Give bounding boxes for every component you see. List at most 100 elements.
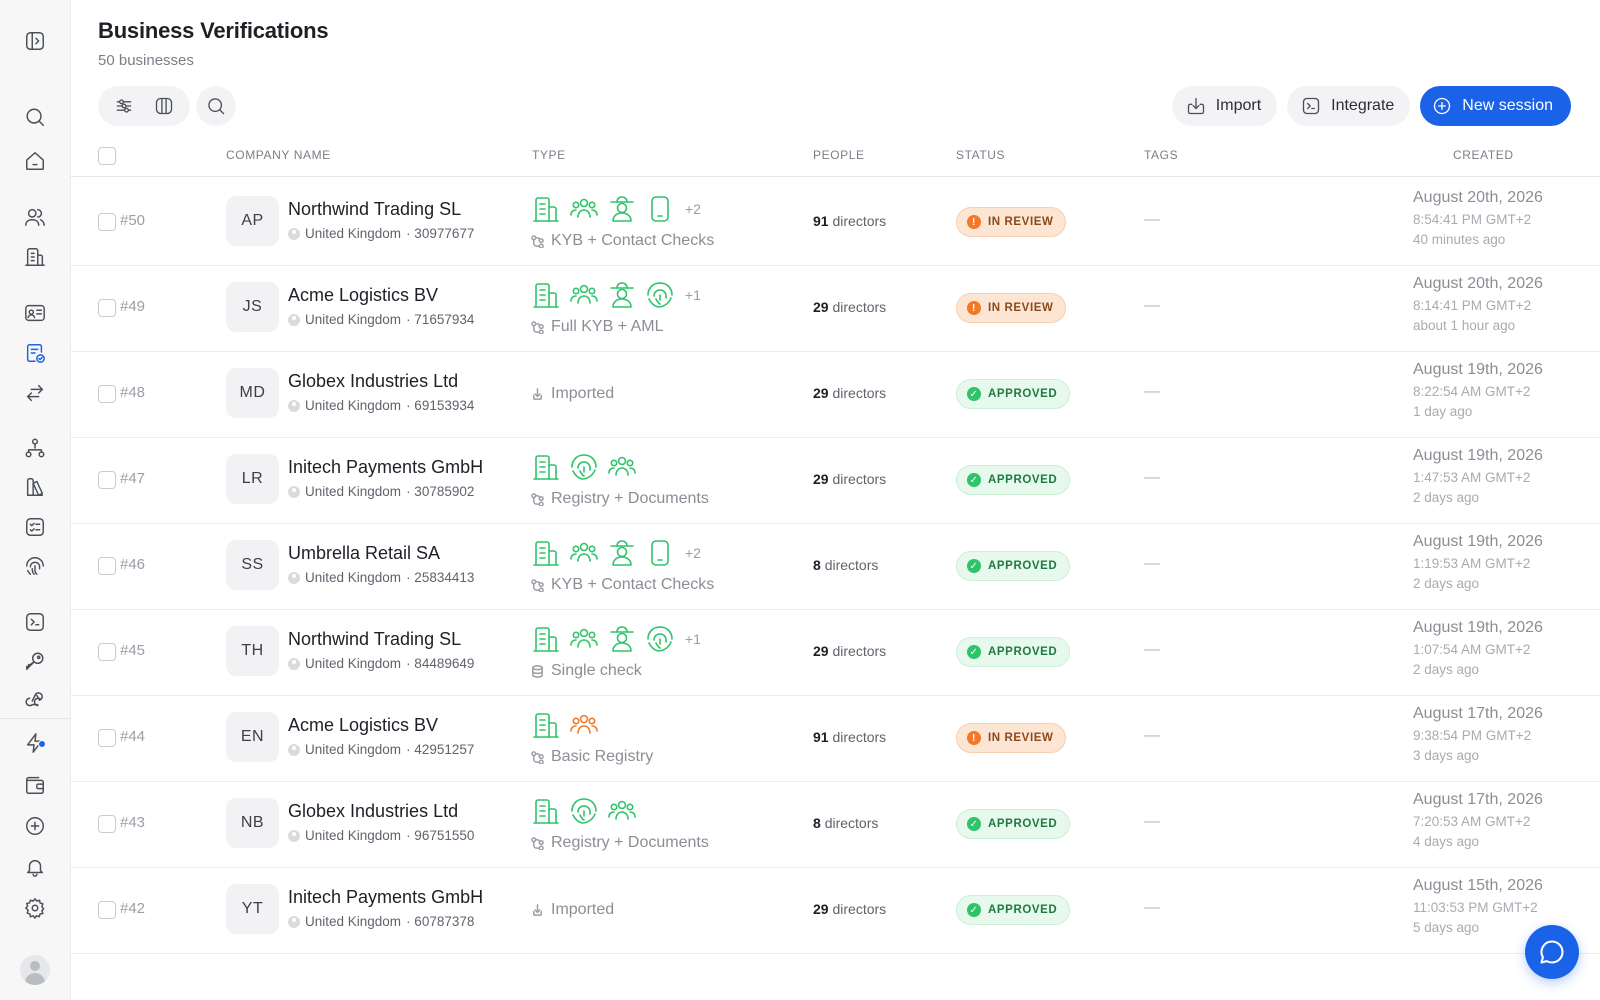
- tags-empty: —: [1144, 297, 1160, 314]
- alert-icon: !: [967, 301, 981, 315]
- status-badge: ✓ APPROVED: [956, 809, 1071, 839]
- row-checkbox[interactable]: [98, 385, 116, 403]
- table-row[interactable]: #50 AP Northwind Trading SL United Kingdom ·…: [71, 178, 1600, 266]
- tags-empty: —: [1144, 211, 1160, 228]
- created-date: August 17th, 2026: [1413, 791, 1543, 808]
- chat-support-button[interactable]: [1525, 925, 1579, 979]
- row-checkbox[interactable]: [98, 213, 116, 231]
- people-count: 91 directors: [813, 213, 886, 229]
- row-checkbox[interactable]: [98, 299, 116, 317]
- created-relative: 4 days ago: [1413, 834, 1480, 849]
- verification-type-label: Imported: [551, 901, 615, 918]
- page-title: Business Verifications: [98, 18, 329, 43]
- verification-icon[interactable]: [22, 340, 48, 366]
- people-unit: directors: [832, 213, 887, 229]
- table-row[interactable]: #47 LR Initech Payments GmbH United Kingdom…: [71, 436, 1600, 524]
- status-label: APPROVED: [988, 388, 1058, 400]
- select-all-checkbox[interactable]: [98, 147, 116, 165]
- company-name[interactable]: Northwind Trading SL: [288, 629, 461, 650]
- company-country: United Kingdom: [305, 742, 402, 757]
- filter-button[interactable]: [104, 86, 144, 126]
- company-meta: United Kingdom · 60787378: [288, 914, 474, 929]
- table-row[interactable]: #45 TH Northwind Trading SL United Kingdom ·…: [71, 608, 1600, 696]
- company-meta: United Kingdom · 25834413: [288, 570, 474, 585]
- person-icon: [288, 227, 300, 240]
- created-date: August 17th, 2026: [1413, 705, 1543, 722]
- column-people[interactable]: PEOPLE: [813, 148, 865, 162]
- import-label: Import: [1215, 97, 1262, 114]
- company-name[interactable]: Initech Payments GmbH: [288, 887, 483, 908]
- fingerprint-icon[interactable]: [22, 553, 48, 579]
- gear-icon[interactable]: [22, 895, 48, 921]
- building-icon[interactable]: [22, 244, 48, 270]
- user-avatar[interactable]: [20, 955, 50, 985]
- people-count: 29 directors: [813, 385, 886, 401]
- key-icon[interactable]: [22, 648, 48, 674]
- page-subtitle: 50 businesses: [98, 52, 194, 69]
- wallet-icon[interactable]: [22, 772, 48, 798]
- verification-type-icons: +1: [531, 624, 701, 654]
- verification-type: Basic Registry: [531, 748, 653, 766]
- table-search-button[interactable]: [196, 86, 236, 126]
- webhook-icon[interactable]: [22, 688, 48, 714]
- table-row[interactable]: #44 EN Acme Logistics BV United Kingdom · 42…: [71, 694, 1600, 782]
- users-icon[interactable]: [22, 204, 48, 230]
- created-relative: 2 days ago: [1413, 490, 1480, 505]
- column-type[interactable]: TYPE: [532, 148, 566, 162]
- verification-type-icons: +1: [531, 280, 701, 310]
- row-checkbox[interactable]: [98, 557, 116, 575]
- column-company-name[interactable]: COMPANY NAME: [226, 148, 331, 162]
- table-row[interactable]: #42 YT Initech Payments GmbH United Kingdom…: [71, 866, 1600, 954]
- people-unit: directors: [832, 901, 887, 917]
- row-checkbox[interactable]: [98, 815, 116, 833]
- status-label: IN REVIEW: [988, 732, 1054, 744]
- status-label: APPROVED: [988, 904, 1058, 916]
- columns-button[interactable]: [144, 86, 184, 126]
- verification-type-label: KYB + Contact Checks: [551, 232, 715, 249]
- search-icon[interactable]: [22, 104, 48, 130]
- table-row[interactable]: #46 SS Umbrella Retail SA United Kingdom · 2…: [71, 522, 1600, 610]
- id-card-icon[interactable]: [22, 300, 48, 326]
- phone-icon: [651, 196, 669, 222]
- column-tags[interactable]: TAGS: [1144, 148, 1178, 162]
- home-icon[interactable]: [22, 148, 48, 174]
- bell-icon[interactable]: [22, 854, 48, 880]
- row-checkbox[interactable]: [98, 471, 116, 489]
- table-row[interactable]: #48 MD Globex Industries Ltd United Kingdom…: [71, 350, 1600, 438]
- library-icon[interactable]: [22, 474, 48, 500]
- company-name[interactable]: Umbrella Retail SA: [288, 543, 440, 564]
- column-status[interactable]: STATUS: [956, 148, 1005, 162]
- company-name[interactable]: Globex Industries Ltd: [288, 801, 458, 822]
- checklist-icon[interactable]: [22, 514, 48, 540]
- person-icon: [288, 915, 300, 928]
- company-name[interactable]: Acme Logistics BV: [288, 285, 438, 306]
- created-relative: about 1 hour ago: [1413, 318, 1516, 333]
- company-meta: United Kingdom · 30785902: [288, 484, 474, 499]
- table-row[interactable]: #49 JS Acme Logistics BV United Kingdom · 71…: [71, 264, 1600, 352]
- people-count: 29 directors: [813, 471, 886, 487]
- alert-icon: !: [967, 731, 981, 745]
- import-button[interactable]: Import: [1171, 86, 1278, 126]
- company-name[interactable]: Acme Logistics BV: [288, 715, 438, 736]
- transfer-icon[interactable]: [22, 380, 48, 406]
- verification-type: Imported: [531, 901, 614, 919]
- company-name[interactable]: Initech Payments GmbH: [288, 457, 483, 478]
- row-checkbox[interactable]: [98, 729, 116, 747]
- building-icon: [533, 627, 559, 652]
- people-count: 29 directors: [813, 901, 886, 917]
- company-name[interactable]: Northwind Trading SL: [288, 199, 461, 220]
- workflow-icon[interactable]: [22, 435, 48, 461]
- integrate-button[interactable]: Integrate: [1287, 86, 1411, 126]
- new-session-button[interactable]: New session: [1420, 86, 1571, 126]
- created-date: August 19th, 2026: [1413, 619, 1543, 636]
- status-label: APPROVED: [988, 474, 1058, 486]
- column-created[interactable]: CREATED: [1453, 148, 1514, 162]
- people-number: 29: [813, 643, 829, 659]
- company-name[interactable]: Globex Industries Ltd: [288, 371, 458, 392]
- sidebar-toggle-icon[interactable]: [22, 28, 48, 54]
- row-checkbox[interactable]: [98, 643, 116, 661]
- table-row[interactable]: #43 NB Globex Industries Ltd United Kingdom…: [71, 780, 1600, 868]
- terminal-icon[interactable]: [22, 609, 48, 635]
- row-checkbox[interactable]: [98, 901, 116, 919]
- add-circle-icon[interactable]: [22, 813, 48, 839]
